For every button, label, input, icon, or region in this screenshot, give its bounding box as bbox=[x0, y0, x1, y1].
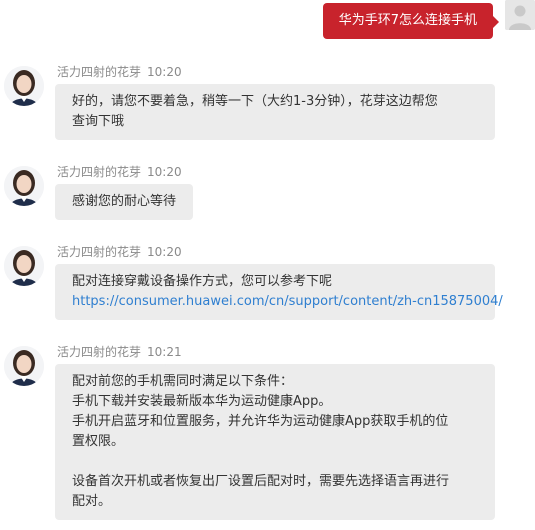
user-message-row: 华为手环7怎么连接手机 bbox=[0, 0, 535, 44]
agent-avatar bbox=[4, 346, 44, 386]
agent-portrait-icon bbox=[4, 246, 44, 286]
agent-message-bubble: 好的，请您不要着急，稍等一下（大约1-3分钟），花芽这边帮您 查询下哦 bbox=[55, 84, 495, 140]
message-meta: 活力四射的花芽 10:20 bbox=[57, 163, 182, 180]
agent-avatar bbox=[4, 246, 44, 286]
agent-avatar bbox=[4, 66, 44, 106]
agent-portrait-icon bbox=[4, 66, 44, 106]
support-link[interactable]: https://consumer.huawei.com/cn/support/c… bbox=[72, 294, 503, 309]
message-line: 置权限。 bbox=[72, 434, 125, 449]
message-line: 手机下载并安装最新版本华为运动健康App。 bbox=[72, 394, 332, 409]
agent-portrait-icon bbox=[4, 346, 44, 386]
agent-message-bubble: 配对前您的手机需同时满足以下条件： 手机下载并安装最新版本华为运动健康App。 … bbox=[55, 364, 495, 520]
message-time: 10:20 bbox=[147, 245, 182, 259]
sender-name: 活力四射的花芽 bbox=[57, 65, 142, 79]
agent-message-bubble: 感谢您的耐心等待 bbox=[55, 184, 194, 220]
message-line: 配对。 bbox=[72, 494, 112, 509]
message-line: 手机开启蓝牙和位置服务，并允许华为运动健康App获取手机的位 bbox=[72, 414, 449, 429]
agent-message-bubble: 配对连接穿戴设备操作方式，您可以参考下呢 https://consumer.hu… bbox=[55, 264, 503, 320]
agent-avatar bbox=[4, 166, 44, 206]
message-line: 配对连接穿戴设备操作方式，您可以参考下呢 bbox=[72, 274, 333, 289]
message-meta: 活力四射的花芽 10:21 bbox=[57, 343, 182, 360]
message-time: 10:20 bbox=[147, 65, 182, 79]
user-silhouette-icon bbox=[505, 0, 535, 30]
sender-name: 活力四射的花芽 bbox=[57, 345, 142, 359]
message-time: 10:21 bbox=[147, 345, 182, 359]
user-message-bubble: 华为手环7怎么连接手机 bbox=[322, 3, 500, 39]
sender-name: 活力四射的花芽 bbox=[57, 245, 142, 259]
message-line: 设备首次开机或者恢复出厂设置后配对时，需要先选择语言再进行 bbox=[72, 474, 450, 489]
message-time: 10:20 bbox=[147, 165, 182, 179]
user-avatar bbox=[505, 0, 535, 30]
sender-name: 活力四射的花芽 bbox=[57, 165, 142, 179]
message-line: 好的，请您不要着急，稍等一下（大约1-3分钟），花芽这边帮您 bbox=[72, 94, 438, 109]
chat-window: 华为手环7怎么连接手机 活力四射的花芽 10:20 好的，请您不要着急，稍等一下（… bbox=[0, 0, 535, 530]
message-meta: 活力四射的花芽 10:20 bbox=[57, 63, 182, 80]
message-meta: 活力四射的花芽 10:20 bbox=[57, 243, 182, 260]
message-line: 查询下哦 bbox=[72, 114, 125, 129]
message-line: 感谢您的耐心等待 bbox=[72, 194, 177, 209]
message-line: 配对前您的手机需同时满足以下条件： bbox=[72, 374, 294, 389]
agent-portrait-icon bbox=[4, 166, 44, 206]
